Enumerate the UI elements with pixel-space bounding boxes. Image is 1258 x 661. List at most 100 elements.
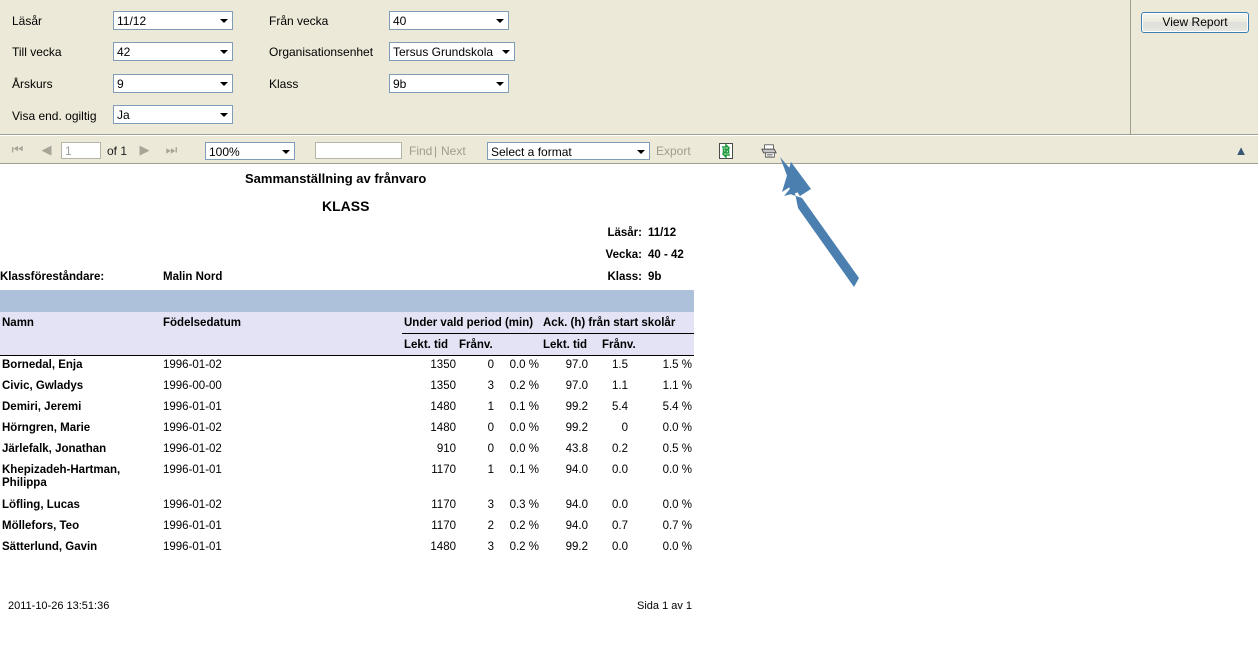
cell-lekt-tid-period: 1480	[430, 541, 456, 553]
table-color-band	[0, 290, 694, 312]
cell-franv-period: 0	[487, 422, 494, 434]
cell-percent-ack: 5.4 %	[662, 401, 692, 413]
zoom-level-select[interactable]: 100%	[205, 142, 295, 160]
param-select-klass[interactable]: 9b	[389, 74, 509, 93]
cell-percent-period: 0.0 %	[509, 443, 539, 455]
cell-franv-period: 3	[487, 380, 494, 392]
cell-franv-ack: 1.1	[612, 380, 628, 392]
chevron-down-icon	[496, 82, 504, 86]
param-label-klass: Klass	[269, 77, 299, 91]
cell-name: Löfling, Lucas	[2, 499, 80, 511]
cell-franv-ack: 0.0	[612, 464, 628, 476]
cell-percent-ack: 0.0 %	[662, 541, 692, 553]
cell-franv-ack: 0.0	[612, 541, 628, 553]
cell-birthdate: 1996-01-01	[163, 401, 222, 413]
param-select-organisationsenhet[interactable]: Tersus Grundskola	[389, 42, 515, 61]
cell-birthdate: 1996-01-02	[163, 359, 222, 371]
param-label-organisationsenhet: Organisationsenhet	[269, 45, 374, 59]
cell-lekt-tid-ack: 99.2	[565, 401, 588, 413]
table-row: Demiri, Jeremi 1996-01-01 1480 1 0.1 % 99.2 5.…	[0, 397, 694, 418]
page-number-input[interactable]	[61, 142, 101, 159]
cell-franv-ack: 0.7	[612, 520, 628, 532]
chevron-down-icon	[220, 19, 228, 23]
cell-birthdate: 1996-01-02	[163, 422, 222, 434]
cell-name: Hörngren, Marie	[2, 422, 91, 434]
refresh-icon[interactable]	[718, 143, 734, 159]
cell-lekt-tid-ack: 99.2	[565, 422, 588, 434]
print-icon[interactable]	[760, 143, 778, 159]
previous-page-icon[interactable]: ◀	[39, 142, 54, 157]
cell-percent-ack: 0.0 %	[662, 499, 692, 511]
table-row: Sätterlund, Gavin 1996-01-01 1480 3 0.2 % 99.…	[0, 537, 694, 558]
param-select-lasar[interactable]: 11/12	[113, 11, 233, 30]
param-label-till-vecka: Till vecka	[12, 45, 62, 59]
report-footer-timestamp: 2011-10-26 13:51:36	[8, 600, 110, 612]
teacher-value: Malin Nord	[163, 271, 223, 283]
cell-lekt-tid-ack: 99.2	[565, 541, 588, 553]
collapse-chevron-icon[interactable]: ▲	[1233, 144, 1249, 158]
cell-percent-period: 0.3 %	[509, 499, 539, 511]
cell-franv-ack: 0	[621, 422, 628, 434]
cell-lekt-tid-ack: 94.0	[565, 520, 588, 532]
param-label-lasar: Läsår	[12, 14, 43, 28]
cell-franv-period: 0	[487, 443, 494, 455]
cell-franv-ack: 5.4	[612, 401, 628, 413]
cell-franv-ack: 0.2	[612, 443, 628, 455]
column-header-fodelsedatum: Födelsedatum	[163, 317, 241, 329]
cell-lekt-tid-ack: 94.0	[565, 499, 588, 511]
param-select-visa-end-ogiltig[interactable]: Ja	[113, 105, 233, 124]
chevron-down-icon	[282, 150, 290, 154]
cell-name: Möllefors, Teo	[2, 520, 80, 532]
param-select-fran-vecka[interactable]: 40	[389, 11, 509, 30]
cell-birthdate: 1996-00-00	[163, 380, 222, 392]
cell-franv-period: 0	[487, 359, 494, 371]
cell-lekt-tid-period: 1170	[431, 499, 456, 511]
report-footer-page: Sida 1 av 1	[637, 600, 693, 612]
panel-divider	[1130, 0, 1131, 134]
column-header-franv-period: Frånv.	[459, 339, 493, 351]
cell-franv-ack: 0.0	[612, 499, 628, 511]
report-subtitle: KLASS	[322, 198, 370, 214]
cell-percent-period: 0.0 %	[509, 359, 539, 371]
param-select-arskurs-value: 9	[117, 77, 124, 91]
cell-percent-period: 0.2 %	[509, 520, 539, 532]
cell-franv-period: 1	[487, 464, 494, 476]
teacher-label: Klassföreståndare:	[0, 271, 105, 283]
column-header-lekt-tid-ack: Lekt. tid	[543, 339, 588, 351]
find-input[interactable]	[315, 142, 402, 159]
chevron-down-icon	[502, 50, 510, 54]
param-select-till-vecka[interactable]: 42	[113, 42, 233, 61]
column-header-lekt-tid-period: Lekt. tid	[404, 339, 449, 351]
view-report-button[interactable]: View Report	[1141, 12, 1249, 33]
first-page-icon[interactable]: ⏮	[10, 142, 25, 157]
find-link[interactable]: Find	[409, 144, 432, 158]
export-format-value: Select a format	[491, 145, 572, 159]
cell-percent-period: 0.1 %	[509, 464, 539, 476]
cell-lekt-tid-period: 1480	[430, 401, 456, 413]
cell-percent-ack: 0.0 %	[662, 464, 692, 476]
param-select-fran-vecka-value: 40	[393, 14, 407, 28]
cell-birthdate: 1996-01-02	[163, 499, 222, 511]
table-row: Civic, Gwladys 1996-00-00 1350 3 0.2 % 97.0 1.…	[0, 376, 694, 397]
cell-birthdate: 1996-01-01	[163, 520, 222, 532]
cell-percent-period: 0.2 %	[509, 380, 539, 392]
next-page-icon[interactable]: ▶	[137, 142, 152, 157]
meta-value-klass: 9b	[648, 271, 662, 283]
cell-name: Khepizadeh-Hartman, Philippa	[2, 464, 121, 489]
table-row: Löfling, Lucas 1996-01-02 1170 3 0.3 % 94.0 0.…	[0, 495, 694, 516]
param-select-organisationsenhet-value: Tersus Grundskola	[393, 45, 494, 59]
find-next-link[interactable]: Next	[441, 144, 466, 158]
table-row: Khepizadeh-Hartman, Philippa 1996-01-01 11…	[0, 460, 694, 495]
cell-lekt-tid-period: 1170	[431, 464, 456, 476]
meta-label-vecka: Vecka:	[605, 249, 642, 261]
export-format-select[interactable]: Select a format	[487, 142, 650, 160]
last-page-icon[interactable]: ⏭	[164, 142, 179, 157]
cell-franv-period: 1	[487, 401, 494, 413]
param-select-arskurs[interactable]: 9	[113, 74, 233, 93]
cell-percent-ack: 1.5 %	[662, 359, 692, 371]
chevron-down-icon	[637, 150, 645, 154]
chevron-down-icon	[220, 113, 228, 117]
export-link[interactable]: Export	[656, 144, 691, 158]
column-group-header-under-vald-period: Under vald period (min)	[404, 317, 534, 329]
cell-lekt-tid-period: 1350	[430, 359, 456, 371]
